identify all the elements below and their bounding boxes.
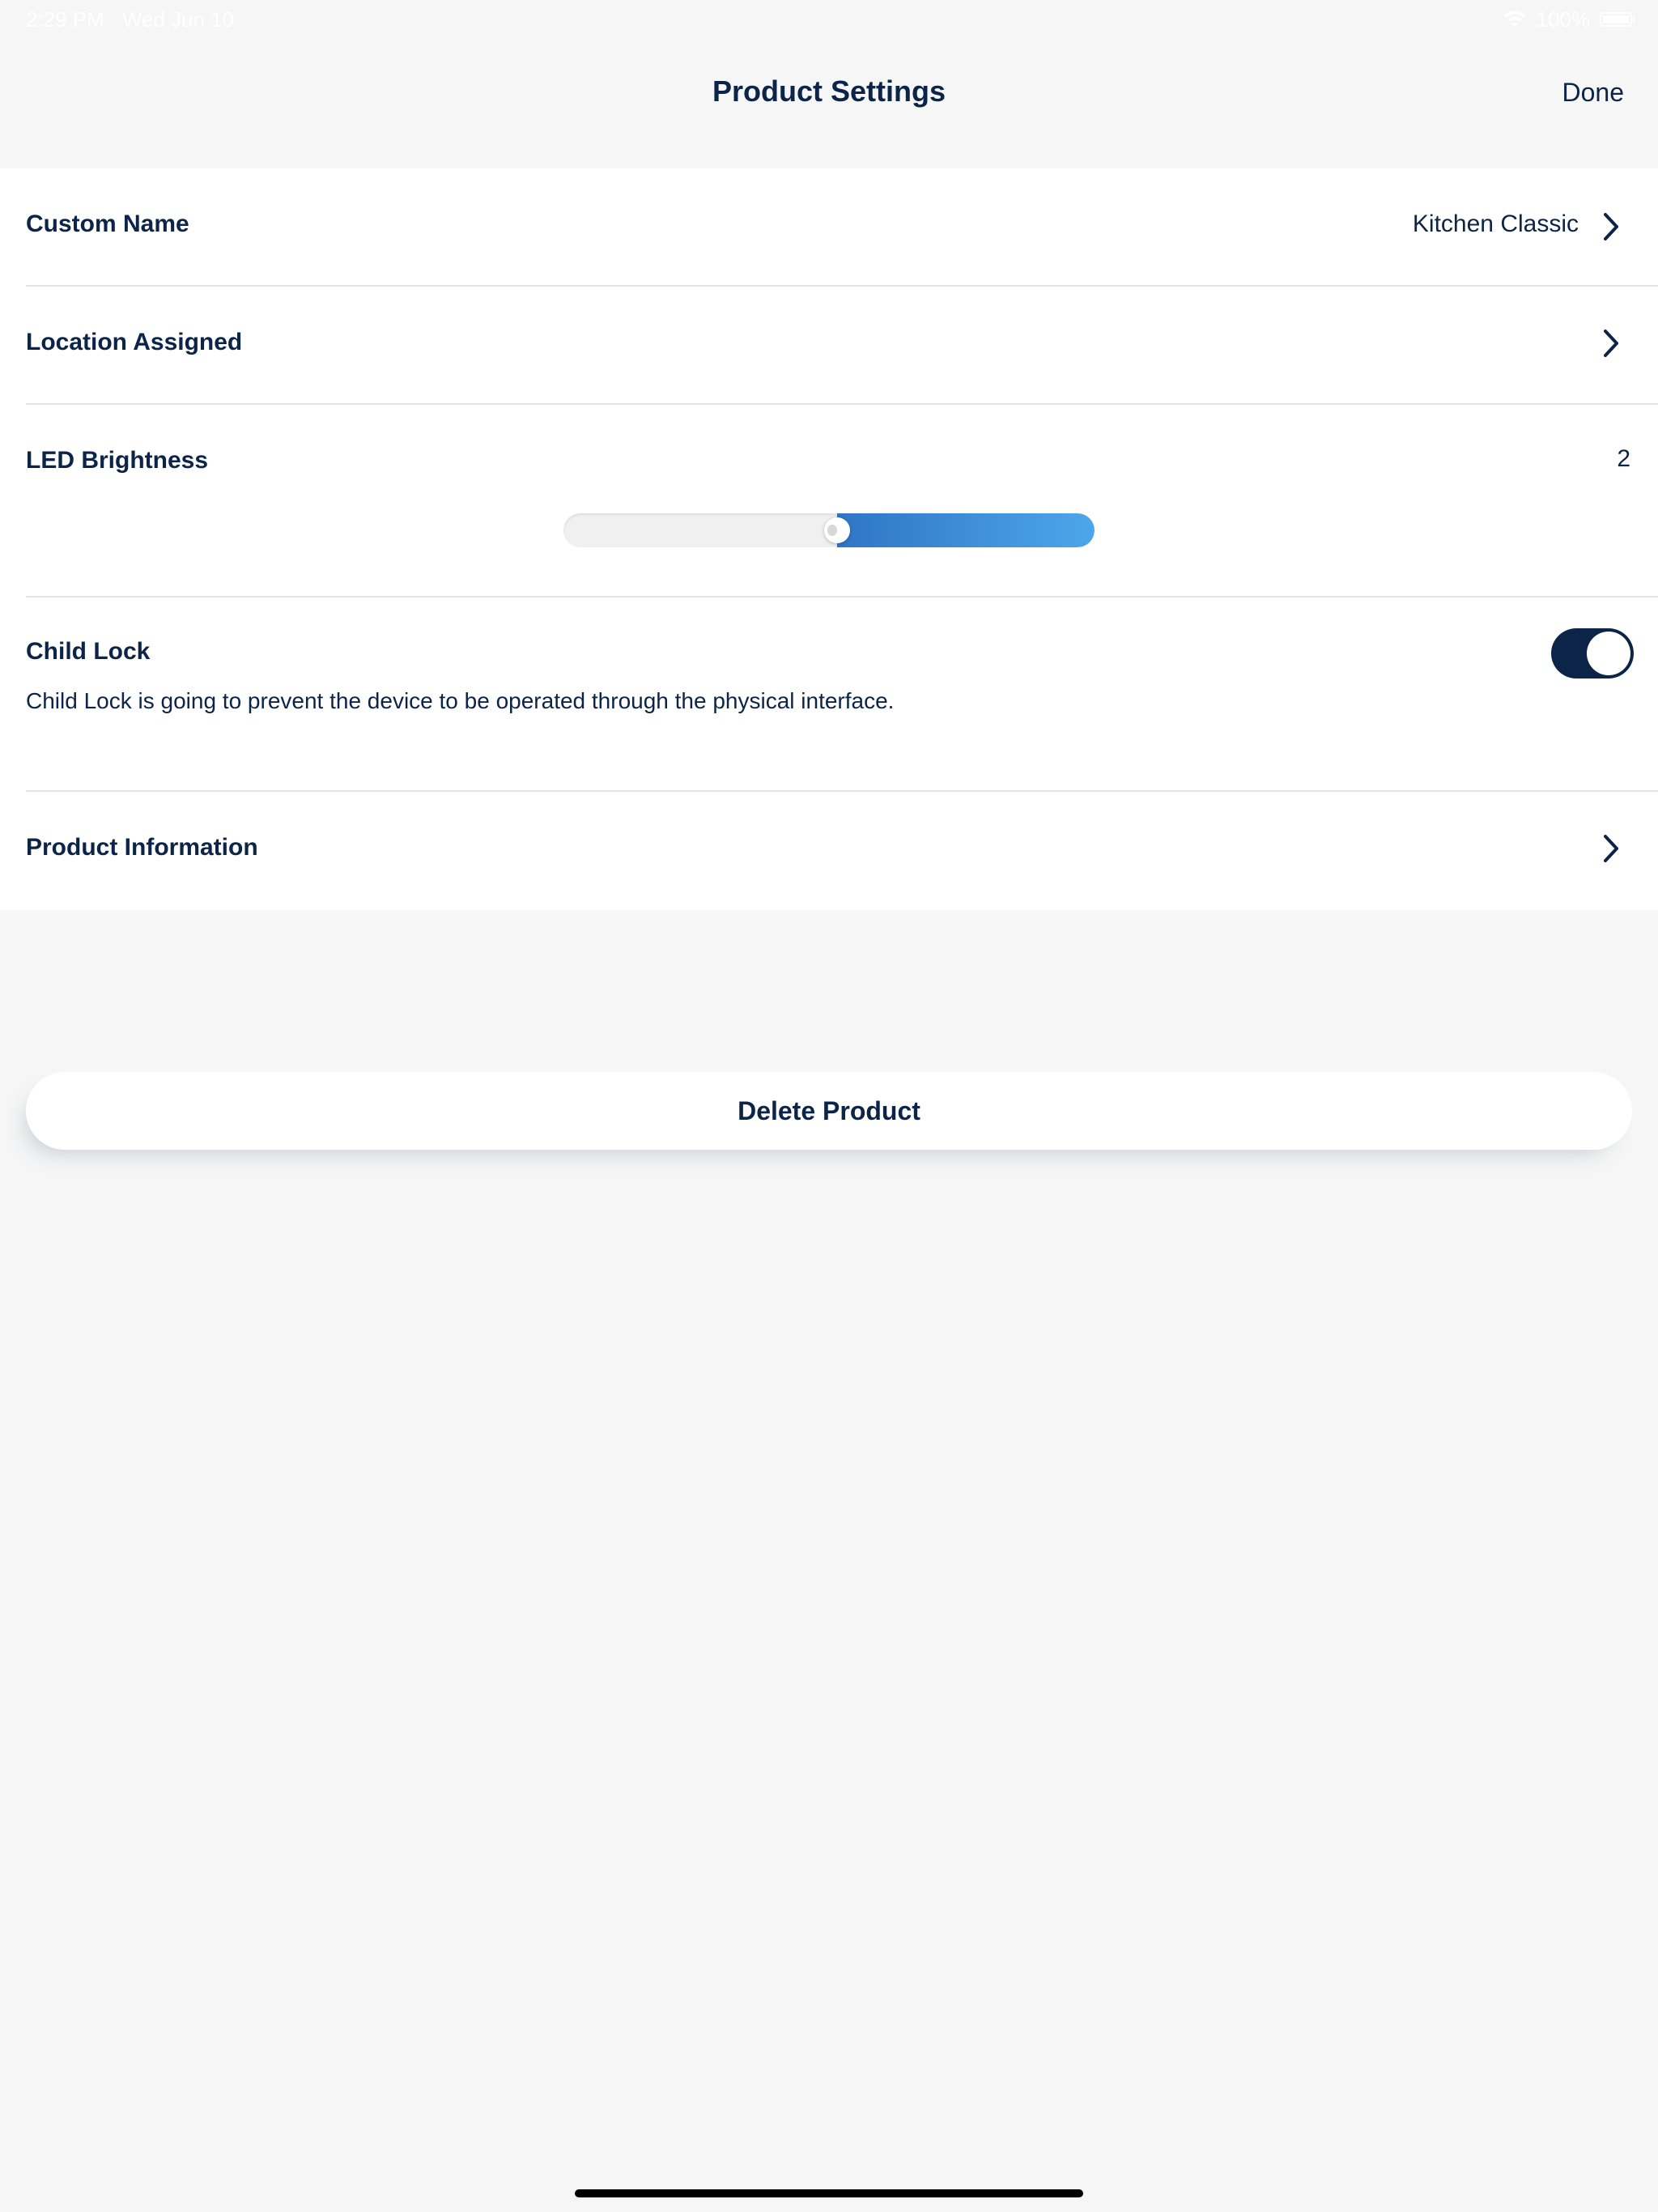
chevron-right-icon bbox=[1604, 330, 1618, 357]
product-settings-screen: 2:29 PM Wed Jun 10 100% Product Settings… bbox=[0, 0, 1658, 2212]
custom-name-row[interactable]: Custom Name Kitchen Classic bbox=[26, 168, 1658, 285]
chevron-right-icon bbox=[1604, 213, 1618, 240]
status-date: Wed Jun 10 bbox=[121, 6, 235, 32]
product-information-row[interactable]: Product Information bbox=[26, 792, 1658, 910]
child-lock-toggle[interactable] bbox=[1551, 628, 1634, 678]
custom-name-value: Kitchen Classic bbox=[1412, 211, 1579, 237]
led-brightness-row: LED Brightness 2 bbox=[26, 405, 1658, 596]
location-assigned-row[interactable]: Location Assigned bbox=[26, 287, 1658, 403]
product-information-label: Product Information bbox=[26, 834, 258, 861]
led-brightness-label: LED Brightness bbox=[26, 447, 209, 474]
child-lock-row: Child Lock Child Lock is going to preven… bbox=[26, 598, 1658, 790]
location-assigned-label: Location Assigned bbox=[26, 329, 243, 355]
status-left: 2:29 PM Wed Jun 10 bbox=[26, 7, 234, 32]
custom-name-label: Custom Name bbox=[26, 211, 189, 237]
home-indicator bbox=[575, 2189, 1083, 2197]
slider-thumb[interactable] bbox=[824, 517, 850, 543]
delete-product-button[interactable]: Delete Product bbox=[26, 1072, 1632, 1150]
toggle-knob bbox=[1587, 632, 1630, 675]
battery-icon bbox=[1600, 12, 1635, 27]
wifi-icon bbox=[1503, 11, 1526, 27]
page-title: Product Settings bbox=[712, 74, 946, 108]
settings-list: Custom Name Kitchen Classic Location Ass… bbox=[0, 168, 1658, 910]
status-time: 2:29 PM bbox=[26, 6, 104, 32]
status-right: 100% bbox=[1503, 6, 1635, 32]
child-lock-description: Child Lock is going to prevent the devic… bbox=[26, 688, 895, 713]
led-brightness-slider[interactable] bbox=[563, 513, 1095, 547]
child-lock-label: Child Lock bbox=[26, 638, 151, 665]
slider-fill bbox=[837, 513, 1095, 547]
chevron-right-icon bbox=[1604, 835, 1618, 862]
navigation-bar: Product Settings Done bbox=[0, 39, 1658, 168]
done-button[interactable]: Done bbox=[1562, 78, 1625, 108]
status-bar: 2:29 PM Wed Jun 10 100% bbox=[0, 0, 1658, 39]
led-brightness-value: 2 bbox=[1617, 445, 1630, 472]
battery-percent: 100% bbox=[1536, 6, 1591, 32]
